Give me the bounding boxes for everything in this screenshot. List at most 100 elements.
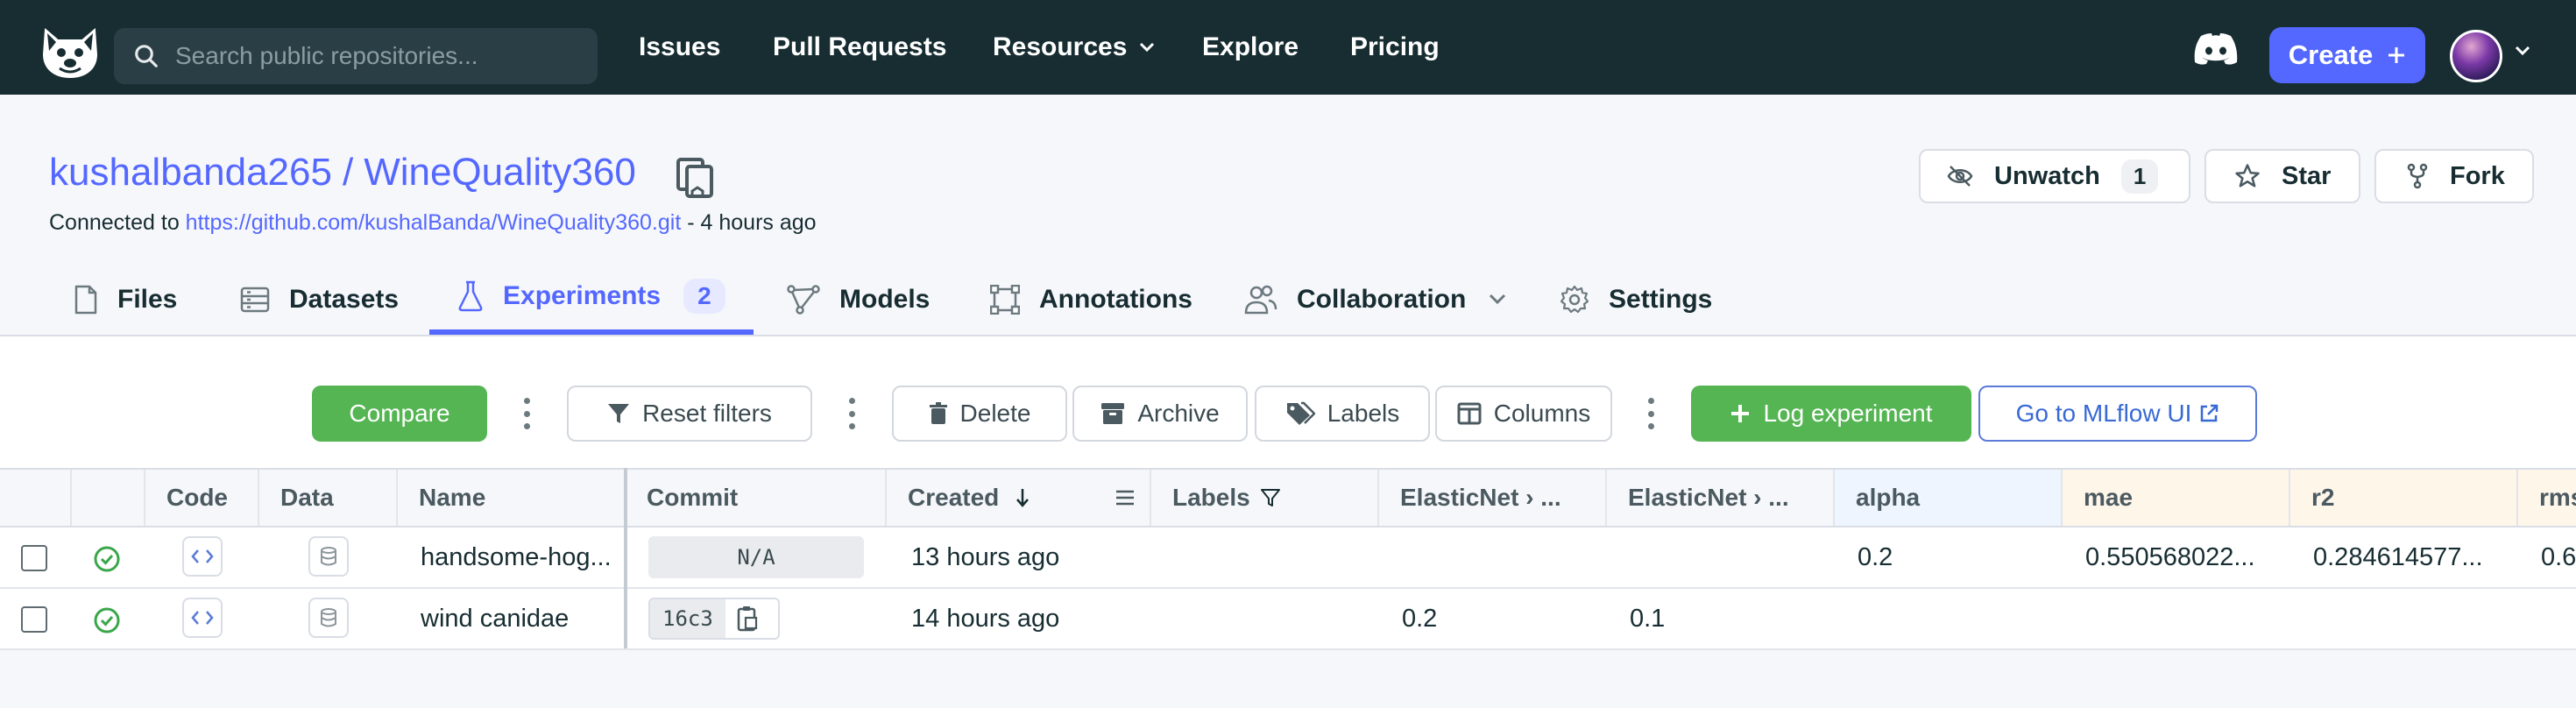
table-row[interactable]: wind canidae 16c3 14 hours ago 0.2 0.1 [0,589,2576,650]
elasticnet-2-value [1609,527,1835,587]
header-name[interactable]: Name [398,470,626,526]
commit-value[interactable]: 16c3 [648,598,780,640]
experiments-table: Code Data Name Commit Created Labels Ela… [0,468,2576,708]
database-icon[interactable] [308,598,349,638]
search-icon [135,45,158,67]
clipboard-icon[interactable] [736,605,759,632]
users-icon [1244,285,1277,315]
header-elasticnet-1[interactable]: ElasticNet › ... [1379,470,1607,526]
repo-owner-link[interactable]: kushalbanda265 [49,151,332,195]
chevron-down-icon [1140,42,1155,53]
delete-label: Delete [959,400,1031,427]
dagshub-logo-icon[interactable] [39,25,102,81]
gear-icon [1560,285,1589,314]
commit-value: N/A [648,536,864,578]
elasticnet-1-value: 0.2 [1402,604,1438,633]
header-rmse[interactable]: rms [2518,470,2576,526]
star-label: Star [2282,161,2332,190]
star-button[interactable]: Star [2204,149,2360,203]
tab-models[interactable]: Models [787,263,930,336]
code-icon[interactable] [182,598,223,638]
columns-button[interactable]: Columns [1435,386,1612,442]
r2-value [2292,589,2518,648]
header-code[interactable]: Code [145,470,259,526]
tab-files[interactable]: Files [74,263,177,336]
repo-name-link[interactable]: WineQuality360 [364,151,636,195]
header-r2[interactable]: r2 [2290,470,2518,526]
header-commit[interactable]: Commit [626,470,887,526]
more-options-icon[interactable] [1647,398,1654,429]
copy-icon[interactable] [675,156,717,200]
experiment-name[interactable]: wind canidae [400,589,626,648]
mae-value: 0.550568022... [2085,542,2255,571]
created-value: 14 hours ago [911,604,1060,633]
tab-datasets[interactable]: Datasets [240,263,399,336]
log-experiment-button[interactable]: Log experiment [1691,386,1971,442]
chevron-down-icon [1490,294,1506,305]
unwatch-button[interactable]: Unwatch 1 [1919,149,2190,203]
tab-collaboration[interactable]: Collaboration [1244,263,1506,336]
fork-button[interactable]: Fork [2374,149,2534,203]
reset-filters-button[interactable]: Reset filters [567,386,812,442]
search-bar[interactable] [114,28,598,84]
nav-link-issues[interactable]: Issues [639,0,720,95]
discord-icon[interactable] [2194,33,2238,65]
header-data[interactable]: Data [259,470,398,526]
bounding-box-icon [990,285,1020,315]
git-url-link[interactable]: https://github.com/kushalBanda/WineQuali… [186,210,682,235]
chevron-down-icon[interactable] [2515,46,2530,56]
tab-experiments[interactable]: Experiments 2 [429,263,754,335]
top-navbar: Issues Pull Requests Resources Explore P… [0,0,2576,95]
menu-icon[interactable] [1115,490,1136,506]
header-labels[interactable]: Labels [1151,470,1379,526]
rmse-value: 0.6 [2541,542,2576,571]
experiments-count-badge: 2 [683,279,725,314]
compare-button[interactable]: Compare [312,386,487,442]
header-alpha[interactable]: alpha [1835,470,2063,526]
database-icon[interactable] [308,536,349,577]
table-row[interactable]: handsome-hog... N/A 13 hours ago 0.2 0.5… [0,527,2576,589]
tab-settings[interactable]: Settings [1560,263,1712,336]
pinned-columns-divider[interactable] [624,468,627,648]
header-created-label: Created [908,484,1000,511]
header-elasticnet-2[interactable]: ElasticNet › ... [1607,470,1835,526]
eye-off-icon [1947,166,1973,187]
archive-button[interactable]: Archive [1072,386,1248,442]
reset-filters-label: Reset filters [642,400,772,427]
file-icon [74,285,97,315]
model-icon [787,285,820,315]
nav-link-pull-requests[interactable]: Pull Requests [773,0,946,95]
more-options-icon[interactable] [523,398,530,429]
external-link-icon [2201,404,2219,422]
tab-annotations[interactable]: Annotations [990,263,1192,336]
elasticnet-2-value: 0.1 [1630,604,1666,633]
watch-count: 1 [2120,159,2159,194]
delete-button[interactable]: Delete [892,386,1067,442]
nav-link-resources[interactable]: Resources [993,0,1155,95]
table-header: Code Data Name Commit Created Labels Ela… [0,470,2576,527]
header-labels-label: Labels [1172,484,1250,511]
row-checkbox[interactable] [21,545,47,571]
columns-icon [1457,402,1482,425]
labels-button[interactable]: Labels [1255,386,1430,442]
tab-annotations-label: Annotations [1039,285,1192,314]
mlflow-ui-button[interactable]: Go to MLflow UI [1978,386,2257,442]
create-button[interactable]: Create [2269,27,2425,83]
mlflow-ui-label: Go to MLflow UI [2015,400,2192,427]
search-input[interactable] [175,42,596,70]
tags-icon [1286,401,1315,425]
more-options-icon[interactable] [848,398,855,429]
nav-link-pricing[interactable]: Pricing [1350,0,1440,95]
row-checkbox[interactable] [21,606,47,633]
header-select [0,470,72,526]
fork-icon [2407,163,2428,189]
nav-link-explore[interactable]: Explore [1202,0,1299,95]
unwatch-label: Unwatch [1994,161,2100,190]
columns-label: Columns [1493,400,1591,427]
rmse-value [2520,589,2576,648]
code-icon[interactable] [182,536,223,577]
experiment-name[interactable]: handsome-hog... [400,527,626,587]
header-mae[interactable]: mae [2063,470,2290,526]
avatar[interactable] [2450,30,2502,82]
header-created[interactable]: Created [887,470,1151,526]
